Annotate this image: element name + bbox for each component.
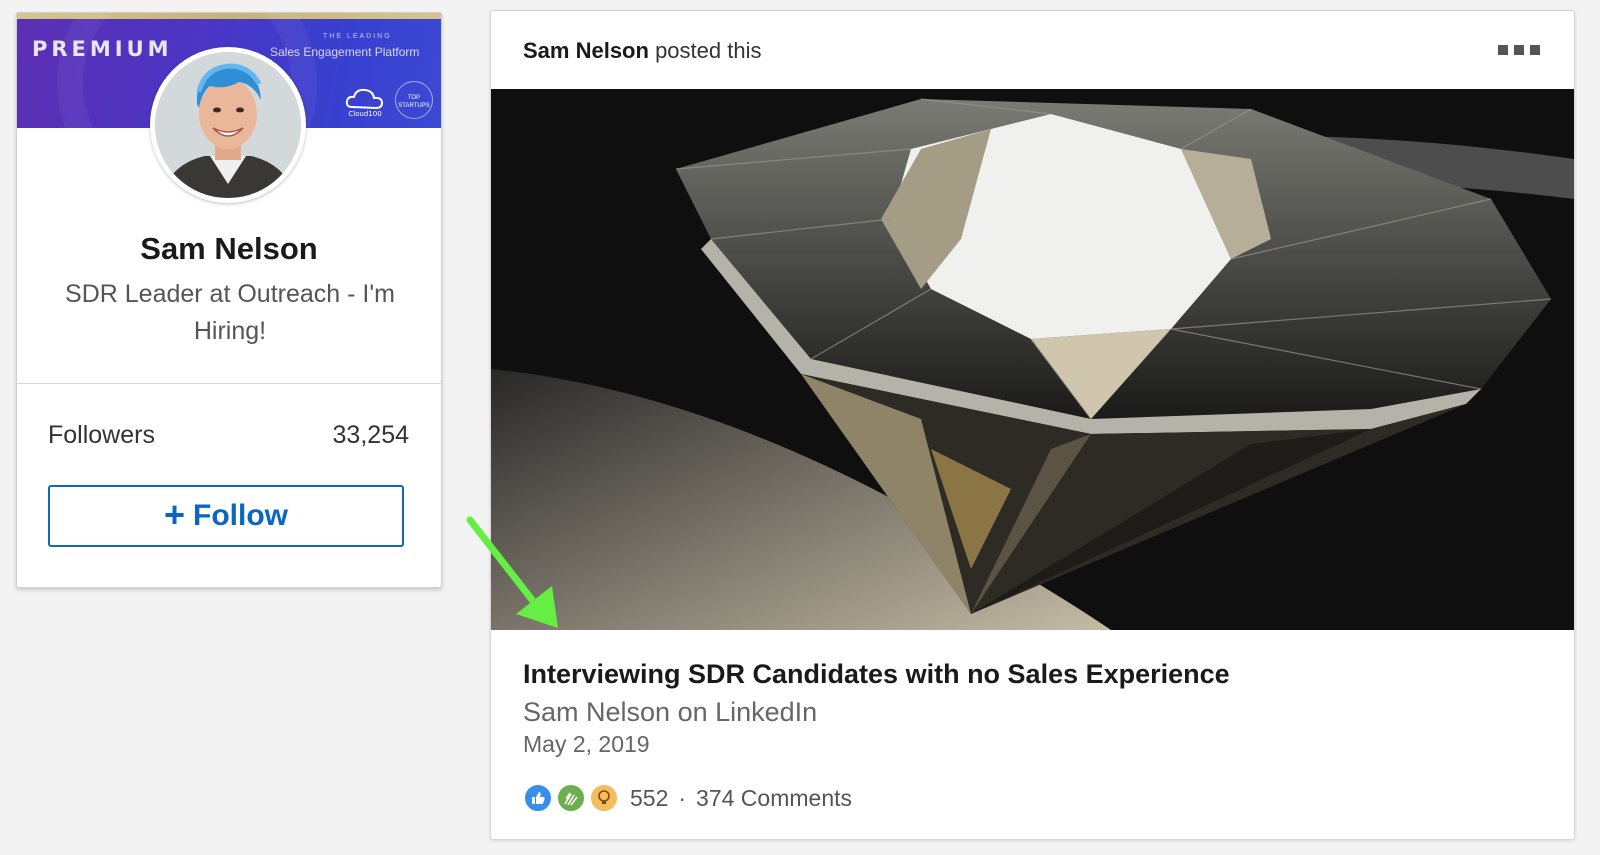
banner-tagline: Sales Engagement Platform xyxy=(270,45,420,59)
top-startups-icon: TOP STARTUPS xyxy=(395,81,433,119)
insight-icon[interactable] xyxy=(589,783,619,813)
separator-dot: · xyxy=(678,784,687,811)
article-source: Sam Nelson on LinkedIn xyxy=(523,697,818,727)
cloud100-label: Cloud100 xyxy=(348,110,381,118)
celebrate-icon[interactable] xyxy=(556,783,586,813)
profile-headline: SDR Leader at Outreach - I'm Hiring! xyxy=(65,280,395,345)
reaction-count[interactable]: 552 xyxy=(630,785,668,812)
banner-leading-text: THE LEADING xyxy=(323,33,392,40)
annotation-arrow-icon xyxy=(466,516,558,628)
post-image[interactable] xyxy=(491,89,1574,630)
profile-photo xyxy=(155,52,301,198)
post-action: posted this xyxy=(655,38,762,63)
followers-count: 33,254 xyxy=(332,421,409,449)
more-options-icon[interactable] xyxy=(1498,45,1540,57)
profile-card: PREMIUM THE LEADING Sales Engagement Pla… xyxy=(16,12,442,588)
profile-name[interactable]: Sam Nelson xyxy=(17,231,441,267)
plus-icon: + xyxy=(163,493,186,535)
divider xyxy=(17,383,441,384)
like-icon[interactable] xyxy=(523,783,553,813)
post-header: Sam Nelson posted this xyxy=(523,38,761,64)
premium-badge: PREMIUM xyxy=(32,37,173,61)
post-card: Sam Nelson posted this Interviewing SDR … xyxy=(490,10,1575,840)
diamond-image xyxy=(491,89,1574,630)
cloud100-icon: Cloud100 xyxy=(345,88,384,118)
follow-button[interactable]: + Follow xyxy=(48,485,404,547)
article-date: May 2, 2019 xyxy=(523,731,650,757)
follow-label: Follow xyxy=(193,499,288,532)
article-title[interactable]: Interviewing SDR Candidates with no Sale… xyxy=(523,659,1230,690)
avatar[interactable] xyxy=(150,47,306,203)
social-counts: 552 · 374 Comments xyxy=(523,783,852,813)
followers-label: Followers xyxy=(48,421,155,449)
post-author[interactable]: Sam Nelson xyxy=(523,38,649,63)
comments-count[interactable]: 374 Comments xyxy=(696,785,852,812)
